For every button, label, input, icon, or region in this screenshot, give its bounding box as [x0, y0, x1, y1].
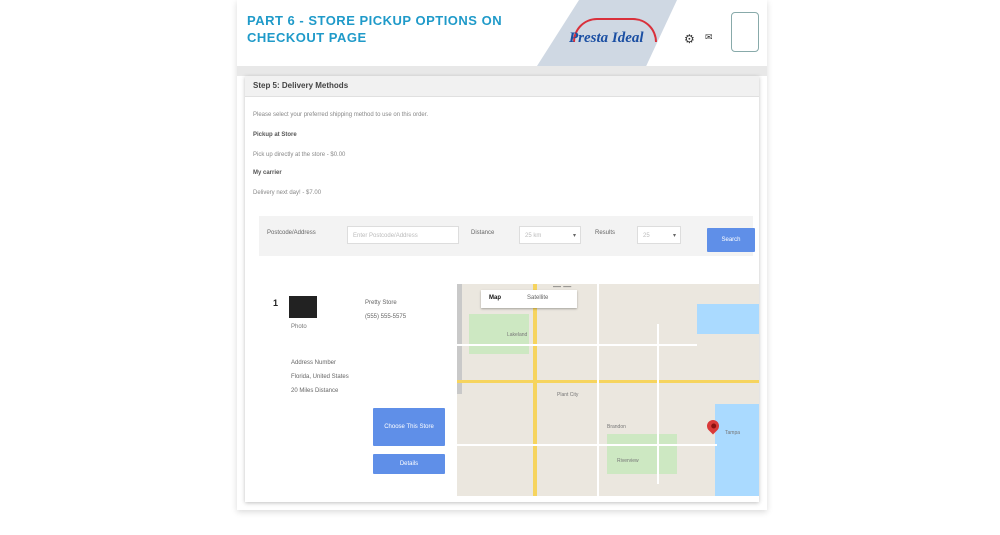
map-water: [715, 404, 759, 496]
delivery-panel: Step 5: Delivery Methods Please select y…: [245, 76, 759, 502]
map-park: [607, 434, 677, 474]
tab-satellite[interactable]: Satellite: [527, 295, 548, 301]
map-highway: [457, 380, 759, 383]
map-type-control: Map Satellite: [481, 290, 577, 308]
postcode-input[interactable]: Enter Postcode/Address: [347, 226, 459, 244]
map-label: Plant City: [557, 392, 579, 398]
map-road: [597, 284, 599, 496]
distance-select[interactable]: 25 km ▾: [519, 226, 581, 244]
option-pickup-desc: Pick up directly at the store - $0.00: [253, 152, 346, 158]
screenshot-frame: PART 6 - STORE PICKUP OPTIONS ON CHECKOU…: [237, 0, 767, 510]
store-list-item[interactable]: 1 Photo Pretty Store (555) 555-5575 Addr…: [265, 284, 455, 496]
map-label: Lakeland: [507, 332, 528, 338]
store-number: 1: [273, 298, 279, 308]
store-name: Pretty Store: [365, 300, 397, 306]
banner-title: PART 6 - STORE PICKUP OPTIONS ON CHECKOU…: [247, 13, 503, 45]
logo-text: Presta Ideal: [569, 30, 644, 46]
store-details-button[interactable]: Details: [373, 454, 445, 474]
header-divider: [237, 66, 767, 76]
search-button[interactable]: Search: [707, 228, 755, 252]
distance-value: 25 km: [525, 233, 542, 239]
intro-text: Please select your preferred shipping me…: [253, 112, 429, 118]
store-map[interactable]: Lakeland Plant City Brandon Riverview Ta…: [457, 284, 759, 496]
store-filter-bar: Postcode/Address Enter Postcode/Address …: [259, 216, 755, 256]
store-thumbnail-caption: Photo: [291, 324, 307, 330]
store-thumbnail: [289, 296, 317, 318]
store-phone: (555) 555-5575: [365, 314, 407, 320]
map-water: [697, 304, 759, 334]
tab-map[interactable]: Map: [489, 295, 501, 301]
chevron-down-icon: ▾: [672, 233, 676, 239]
results-select[interactable]: 25 ▾: [637, 226, 681, 244]
store-address-line1: Address Number: [291, 360, 337, 366]
chat-icon: ✉: [705, 32, 713, 42]
bot-icon: [731, 12, 759, 52]
map-label: Tampa: [725, 430, 741, 436]
map-road: [457, 444, 717, 446]
option-pickup-label[interactable]: Pickup at Store: [253, 132, 297, 138]
map-marker-dot: [709, 422, 717, 430]
chevron-down-icon: ▾: [572, 233, 576, 239]
map-highway: [533, 284, 537, 496]
map-road: [657, 324, 659, 484]
map-zoom-indicator: — —: [553, 284, 572, 291]
store-address-line2: Florida, United States: [291, 374, 349, 380]
map-label: Riverview: [617, 458, 639, 464]
results-label: Results: [595, 230, 616, 236]
map-scrollbar[interactable]: [457, 284, 462, 394]
results-value: 25: [643, 233, 650, 239]
distance-label: Distance: [471, 230, 495, 236]
gear-icon: ⚙: [684, 32, 695, 46]
postcode-label: Postcode/Address: [267, 230, 316, 236]
panel-heading: Step 5: Delivery Methods: [245, 76, 759, 97]
brand-logo: Presta Ideal: [565, 18, 675, 50]
store-distance: 20 Miles Distance: [291, 388, 339, 394]
header-banner: PART 6 - STORE PICKUP OPTIONS ON CHECKOU…: [237, 0, 767, 66]
choose-store-button[interactable]: Choose This Store: [373, 408, 445, 446]
map-road: [457, 344, 697, 346]
map-label: Brandon: [607, 424, 626, 430]
option-carrier-label[interactable]: My carrier: [253, 170, 282, 176]
option-carrier-desc: Delivery next day! - $7.00: [253, 190, 322, 196]
